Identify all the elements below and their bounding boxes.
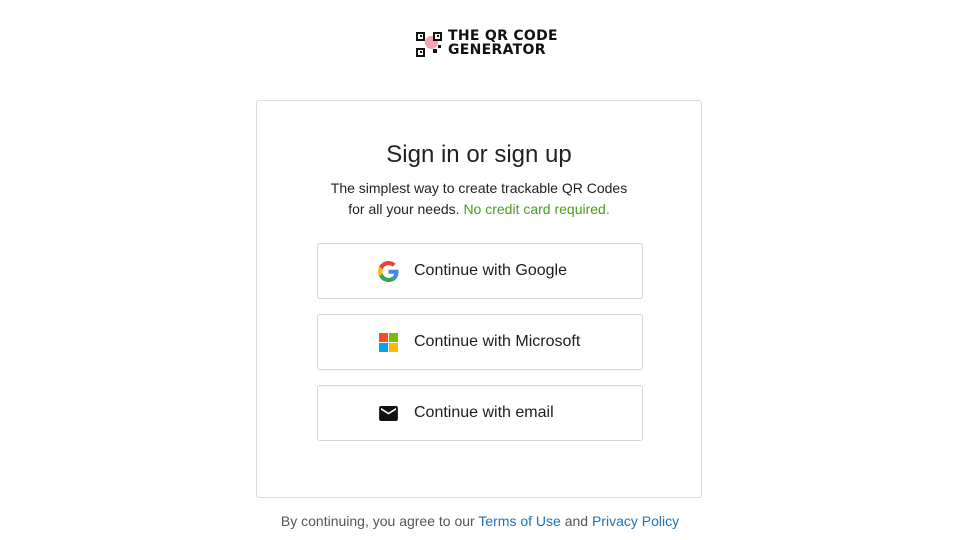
- no-credit-card-note: No credit card required.: [463, 201, 610, 217]
- sign-in-card: Sign in or sign up The simplest way to c…: [256, 100, 702, 498]
- continue-with-microsoft-button[interactable]: Continue with Microsoft: [317, 314, 643, 370]
- google-icon: [377, 260, 399, 282]
- subtitle: The simplest way to create trackable QR …: [257, 178, 701, 220]
- brand-logo[interactable]: THE QR CODE GENERATOR: [416, 29, 558, 57]
- continue-with-email-button[interactable]: Continue with email: [317, 385, 643, 441]
- page-title: Sign in or sign up: [386, 141, 572, 168]
- terms-footer: By continuing, you agree to our Terms of…: [0, 513, 960, 529]
- sign-in-page: THE QR CODE GENERATOR Sign in or sign up…: [0, 0, 960, 540]
- microsoft-button-label: Continue with Microsoft: [414, 333, 581, 350]
- privacy-policy-link[interactable]: Privacy Policy: [592, 513, 679, 529]
- subtitle-line1: The simplest way to create trackable QR …: [330, 180, 628, 196]
- brand-name-line2: GENERATOR: [448, 42, 546, 58]
- subtitle-line2: for all your needs.: [348, 201, 460, 217]
- brand-name-line1: THE QR CODE: [448, 28, 558, 44]
- qr-logo-icon: [416, 30, 443, 57]
- footer-prefix: By continuing, you agree to our: [280, 513, 475, 529]
- microsoft-icon: [377, 331, 399, 353]
- email-icon: [377, 402, 399, 424]
- footer-and: and: [564, 513, 589, 529]
- email-button-label: Continue with email: [414, 404, 554, 421]
- continue-with-google-button[interactable]: Continue with Google: [317, 243, 643, 299]
- google-button-label: Continue with Google: [414, 262, 567, 279]
- terms-of-use-link[interactable]: Terms of Use: [478, 513, 560, 529]
- brand-name: THE QR CODE GENERATOR: [448, 29, 558, 57]
